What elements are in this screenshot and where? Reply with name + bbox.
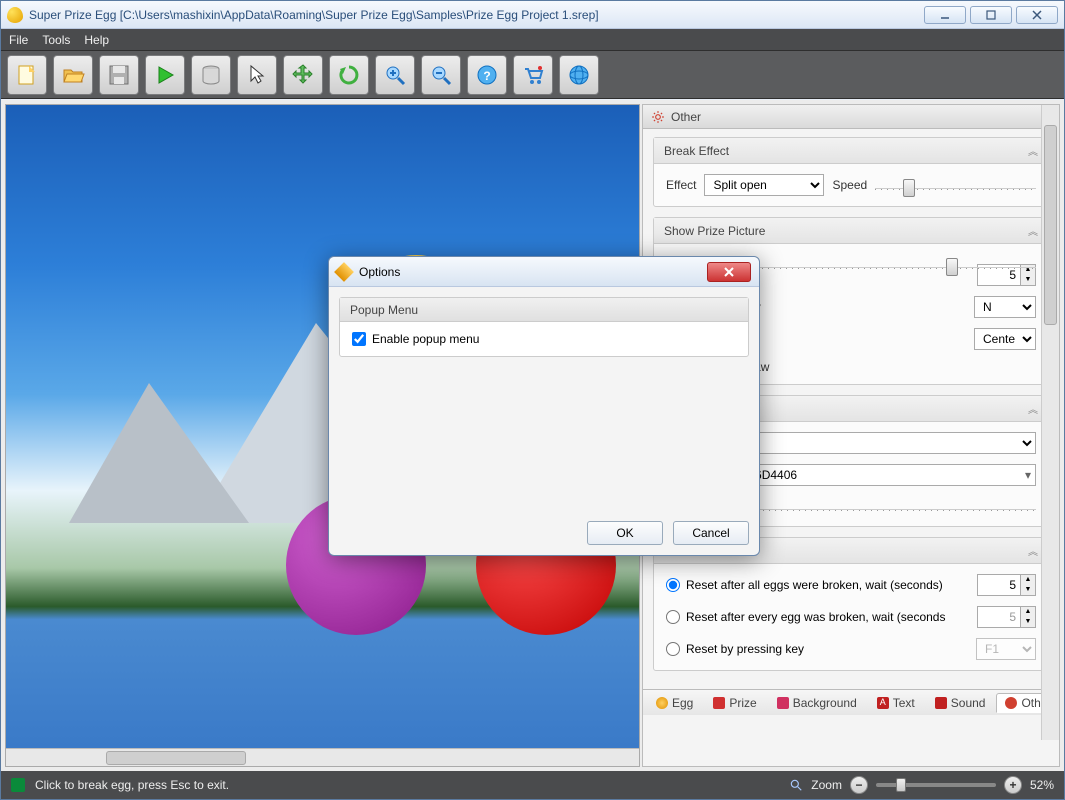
gear-icon	[651, 110, 665, 124]
cancel-button[interactable]: Cancel	[673, 521, 749, 545]
hint-icon	[11, 778, 25, 792]
zoom-plus-button[interactable]: +	[1004, 776, 1022, 794]
show-prize-title: Show Prize Picture	[664, 224, 765, 238]
reset-key-label: Reset by pressing key	[686, 642, 804, 656]
tab-text[interactable]: AText	[868, 693, 924, 713]
save-button[interactable]	[99, 55, 139, 95]
speed-label: Speed	[832, 178, 867, 192]
play-button[interactable]	[145, 55, 185, 95]
rotate-button[interactable]	[329, 55, 369, 95]
enable-popup-row[interactable]: Enable popup menu	[352, 332, 736, 346]
globe-button[interactable]	[559, 55, 599, 95]
zoom-out-button[interactable]	[421, 55, 461, 95]
collapse-icon[interactable]: ︽	[1028, 543, 1038, 558]
collapse-icon[interactable]: ︽	[1028, 223, 1038, 238]
reset-every-spin[interactable]: ▲▼	[977, 606, 1036, 628]
menu-file[interactable]: File	[9, 33, 28, 47]
zoom-label: Zoom	[811, 778, 842, 792]
minimize-button[interactable]	[924, 6, 966, 24]
window-title: Super Prize Egg [C:\Users\mashixin\AppDa…	[29, 8, 599, 22]
break-effect-title: Break Effect	[664, 144, 729, 158]
menu-tools[interactable]: Tools	[42, 33, 70, 47]
dialog-icon	[334, 262, 354, 282]
statusbar: Click to break egg, press Esc to exit. Z…	[1, 771, 1064, 799]
help-button[interactable]: ?	[467, 55, 507, 95]
panel-title: Other	[671, 110, 701, 124]
zoom-icon	[789, 778, 803, 792]
to-egg-select[interactable]: Center	[974, 328, 1036, 350]
tab-prize[interactable]: Prize	[704, 693, 765, 713]
status-hint: Click to break egg, press Esc to exit.	[35, 778, 229, 792]
speed-slider[interactable]	[875, 175, 1036, 195]
horizontal-scrollbar[interactable]	[6, 748, 639, 766]
zoom-value: 52%	[1030, 778, 1054, 792]
reset-key-select[interactable]: F1	[976, 638, 1036, 660]
side-tabs: Egg Prize Background AText Sound Other	[643, 689, 1059, 715]
close-button[interactable]	[1016, 6, 1058, 24]
cart-button[interactable]	[513, 55, 553, 95]
ok-button[interactable]: OK	[587, 521, 663, 545]
enable-popup-label: Enable popup menu	[372, 332, 479, 346]
reset-every-label: Reset after every egg was broken, wait (…	[686, 610, 945, 624]
menubar: File Tools Help	[1, 29, 1064, 51]
maximize-button[interactable]	[970, 6, 1012, 24]
database-button[interactable]	[191, 55, 231, 95]
open-button[interactable]	[53, 55, 93, 95]
menu-help[interactable]: Help	[84, 33, 109, 47]
app-icon	[7, 7, 23, 23]
after-key-select[interactable]: N	[974, 296, 1036, 318]
effect-label: Effect	[666, 178, 696, 192]
toolbar: ?	[1, 51, 1064, 99]
dialog-close-button[interactable]	[707, 262, 751, 282]
tab-sound[interactable]: Sound	[926, 693, 995, 713]
reset-radio-key[interactable]	[666, 642, 680, 656]
new-button[interactable]	[7, 55, 47, 95]
reset-radio-all[interactable]	[666, 578, 680, 592]
zoom-in-button[interactable]	[375, 55, 415, 95]
tab-background[interactable]: Background	[768, 693, 866, 713]
move-button[interactable]	[283, 55, 323, 95]
fieldset-title: Popup Menu	[340, 298, 748, 322]
enable-popup-checkbox[interactable]	[352, 332, 366, 346]
dialog-titlebar[interactable]: Options	[329, 257, 759, 287]
collapse-icon[interactable]: ︽	[1028, 143, 1038, 158]
panel-header: Other	[643, 105, 1059, 129]
break-effect-group: Break Effect ︽ Effect Split open Speed	[653, 137, 1049, 207]
options-dialog: Options Popup Menu Enable popup menu OK …	[328, 256, 760, 556]
tab-egg[interactable]: Egg	[647, 693, 702, 713]
dialog-title-text: Options	[359, 265, 400, 279]
zoom-minus-button[interactable]: −	[850, 776, 868, 794]
reset-all-spin[interactable]: ▲▼	[977, 574, 1036, 596]
collapse-icon[interactable]: ︽	[1028, 401, 1038, 416]
reset-all-label: Reset after all eggs were broken, wait (…	[686, 578, 943, 592]
reset-radio-every[interactable]	[666, 610, 680, 624]
popup-menu-fieldset: Popup Menu Enable popup menu	[339, 297, 749, 357]
zoom-slider[interactable]	[876, 783, 996, 787]
app-window: Super Prize Egg [C:\Users\mashixin\AppDa…	[0, 0, 1065, 800]
panel-vertical-scrollbar[interactable]	[1041, 105, 1059, 740]
effect-select[interactable]: Split open	[704, 174, 824, 196]
svg-text:?: ?	[483, 69, 490, 83]
titlebar: Super Prize Egg [C:\Users\mashixin\AppDa…	[1, 1, 1064, 29]
pointer-button[interactable]	[237, 55, 277, 95]
reset-mode-group: Reset Mode︽ Reset after all eggs were br…	[653, 537, 1049, 671]
